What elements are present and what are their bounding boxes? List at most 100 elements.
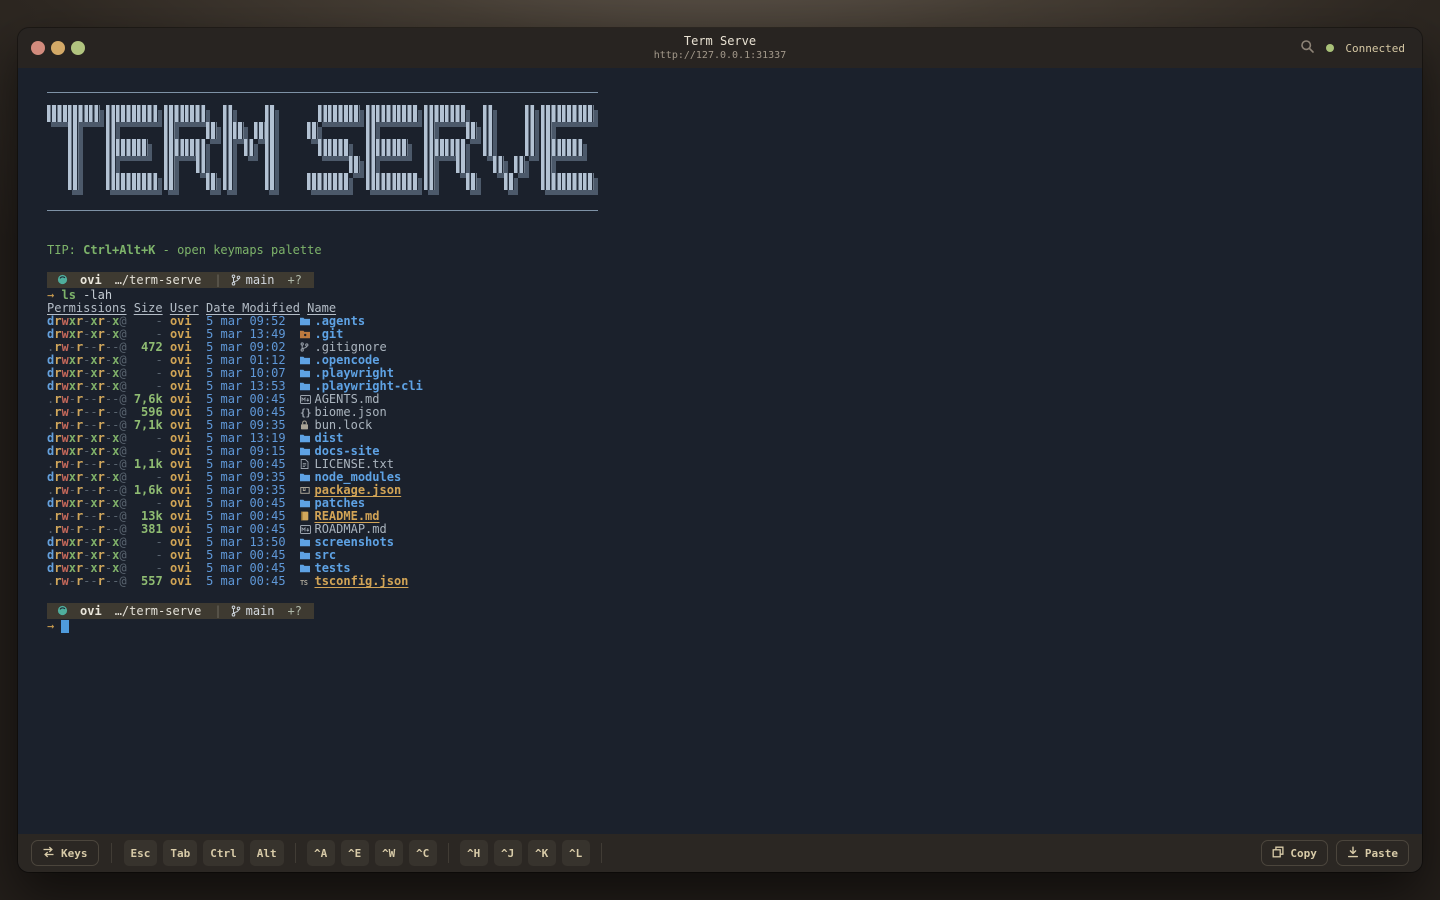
file-listing: Permissions Size User Date Modified Name… bbox=[47, 302, 1410, 588]
file-size: - bbox=[133, 470, 163, 484]
file-owner: ovi bbox=[169, 418, 192, 432]
app-window: Term Serve http://127.0.0.1:31337 Connec… bbox=[18, 28, 1422, 872]
file-date: 5 mar 00:45 bbox=[206, 574, 286, 588]
connection-status-label: Connected bbox=[1345, 41, 1405, 55]
toolbar-divider bbox=[294, 843, 296, 863]
file-row: .rw-r--r--@ 557 ovi 5 mar 00:45 TS tscon… bbox=[47, 574, 409, 588]
file-size: - bbox=[133, 327, 163, 341]
zoom-window-button[interactable] bbox=[71, 41, 85, 55]
file-owner: ovi bbox=[169, 496, 192, 510]
shell-prompt: ovi …/term-serve | main +? bbox=[47, 271, 314, 288]
file-date: 5 mar 00:45 bbox=[206, 548, 286, 562]
file-name: .agents bbox=[314, 314, 366, 328]
prompt-separator: | bbox=[214, 272, 222, 287]
file-date: 5 mar 00:45 bbox=[206, 496, 286, 510]
file-owner: ovi bbox=[169, 574, 192, 588]
key-button-ctrl-a[interactable]: ^A bbox=[306, 840, 335, 866]
file-size: 7,6k bbox=[133, 392, 163, 406]
key-button-ctrl-e[interactable]: ^E bbox=[340, 840, 369, 866]
shell-prompt: ovi …/term-serve | main +? bbox=[47, 602, 314, 619]
toolbar-divider bbox=[447, 843, 449, 863]
key-button-tab[interactable]: Tab bbox=[163, 840, 198, 866]
key-button-ctrl-c[interactable]: ^C bbox=[408, 840, 437, 866]
tip-hotkey: Ctrl+Alt+K bbox=[83, 243, 156, 257]
git-branch-icon bbox=[231, 274, 241, 286]
connection-status-dot bbox=[1326, 44, 1335, 52]
file-name[interactable]: tsconfig.json bbox=[314, 574, 408, 588]
file-date: 5 mar 09:35 bbox=[206, 418, 286, 432]
file-size: - bbox=[133, 366, 163, 380]
swap-arrows-icon bbox=[42, 846, 55, 861]
tip-label: TIP: bbox=[47, 243, 76, 257]
paste-button[interactable]: Paste bbox=[1335, 840, 1409, 866]
key-button-ctrl-l[interactable]: ^L bbox=[561, 840, 590, 866]
file-name: bun.lock bbox=[314, 418, 373, 432]
file-owner: ovi bbox=[169, 314, 192, 328]
prompt-user: ovi bbox=[80, 272, 102, 287]
file-date: 5 mar 01:12 bbox=[206, 353, 286, 367]
file-owner: ovi bbox=[169, 483, 192, 497]
file-owner: ovi bbox=[169, 366, 192, 380]
file-name: screenshots bbox=[314, 535, 394, 549]
window-title: Term Serve bbox=[683, 34, 757, 48]
file-date: 5 mar 10:07 bbox=[206, 366, 286, 380]
file-size: 7,1k bbox=[133, 418, 163, 432]
prompt-path: …/term-serve bbox=[114, 603, 202, 618]
file-owner: ovi bbox=[169, 444, 192, 458]
file-size: - bbox=[133, 379, 163, 393]
file-date: 5 mar 00:45 bbox=[206, 522, 286, 536]
file-size: 472 bbox=[133, 340, 163, 354]
paste-download-icon bbox=[1347, 846, 1359, 861]
command-program: ls bbox=[61, 288, 76, 302]
file-size: 13k bbox=[133, 509, 163, 523]
key-button-esc[interactable]: Esc bbox=[123, 840, 158, 866]
search-icon bbox=[1300, 39, 1315, 57]
prompt-user: ovi bbox=[80, 603, 102, 618]
prompt-git-status: +? bbox=[287, 272, 302, 287]
file-date: 5 mar 09:35 bbox=[206, 483, 286, 497]
key-button-alt[interactable]: Alt bbox=[249, 840, 284, 866]
git-branch-icon bbox=[231, 605, 241, 617]
file-date: 5 mar 09:35 bbox=[206, 470, 286, 484]
file-date: 5 mar 00:45 bbox=[206, 561, 286, 575]
toolbar-divider bbox=[110, 843, 112, 863]
prompt-separator: | bbox=[214, 603, 222, 618]
file-name[interactable]: package.json bbox=[314, 483, 401, 497]
file-size: - bbox=[133, 431, 163, 445]
prompt-git-status: +? bbox=[287, 603, 302, 618]
banner-rule-top bbox=[47, 92, 598, 93]
key-button-ctrl-h[interactable]: ^H bbox=[459, 840, 488, 866]
tip-line: TIP: Ctrl+Alt+K - open keymaps palette bbox=[47, 244, 1410, 257]
file-size: - bbox=[133, 548, 163, 562]
terminal-screen[interactable]: TIP: Ctrl+Alt+K - open keymaps palette o… bbox=[18, 68, 1422, 834]
key-button-ctrl-j[interactable]: ^J bbox=[493, 840, 522, 866]
file-name: docs-site bbox=[314, 444, 380, 458]
file-size: 1,1k bbox=[133, 457, 163, 471]
key-button-ctrl-w[interactable]: ^W bbox=[374, 840, 403, 866]
file-name: ROADMAP.md bbox=[314, 522, 387, 536]
cursor-line: → bbox=[47, 620, 1410, 633]
file-date: 5 mar 13:49 bbox=[206, 327, 286, 341]
file-size: 596 bbox=[133, 405, 163, 419]
file-date: 5 mar 13:19 bbox=[206, 431, 286, 445]
file-owner: ovi bbox=[169, 561, 192, 575]
file-date: 5 mar 09:52 bbox=[206, 314, 286, 328]
file-owner: ovi bbox=[169, 548, 192, 562]
file-size: 1,6k bbox=[133, 483, 163, 497]
close-window-button[interactable] bbox=[31, 41, 45, 55]
toolbar: Keys Esc Tab Ctrl Alt ^A ^E ^W ^C ^H ^J ^K ^L Copy … bbox=[18, 834, 1422, 872]
key-button-ctrl-k[interactable]: ^K bbox=[527, 840, 556, 866]
search-button[interactable] bbox=[1300, 39, 1315, 57]
minimize-window-button[interactable] bbox=[51, 41, 65, 55]
file-name[interactable]: README.md bbox=[314, 509, 379, 523]
file-name: .gitignore bbox=[314, 340, 387, 354]
keys-button-label: Keys bbox=[61, 846, 88, 860]
paste-button-label: Paste bbox=[1364, 846, 1398, 860]
copy-button[interactable]: Copy bbox=[1261, 840, 1328, 866]
file-size: - bbox=[133, 444, 163, 458]
file-size: - bbox=[133, 535, 163, 549]
keys-button[interactable]: Keys bbox=[31, 840, 99, 866]
key-button-ctrl[interactable]: Ctrl bbox=[203, 840, 244, 866]
server-url: http://127.0.0.1:31337 bbox=[653, 50, 787, 61]
file-size: 557 bbox=[133, 574, 163, 588]
